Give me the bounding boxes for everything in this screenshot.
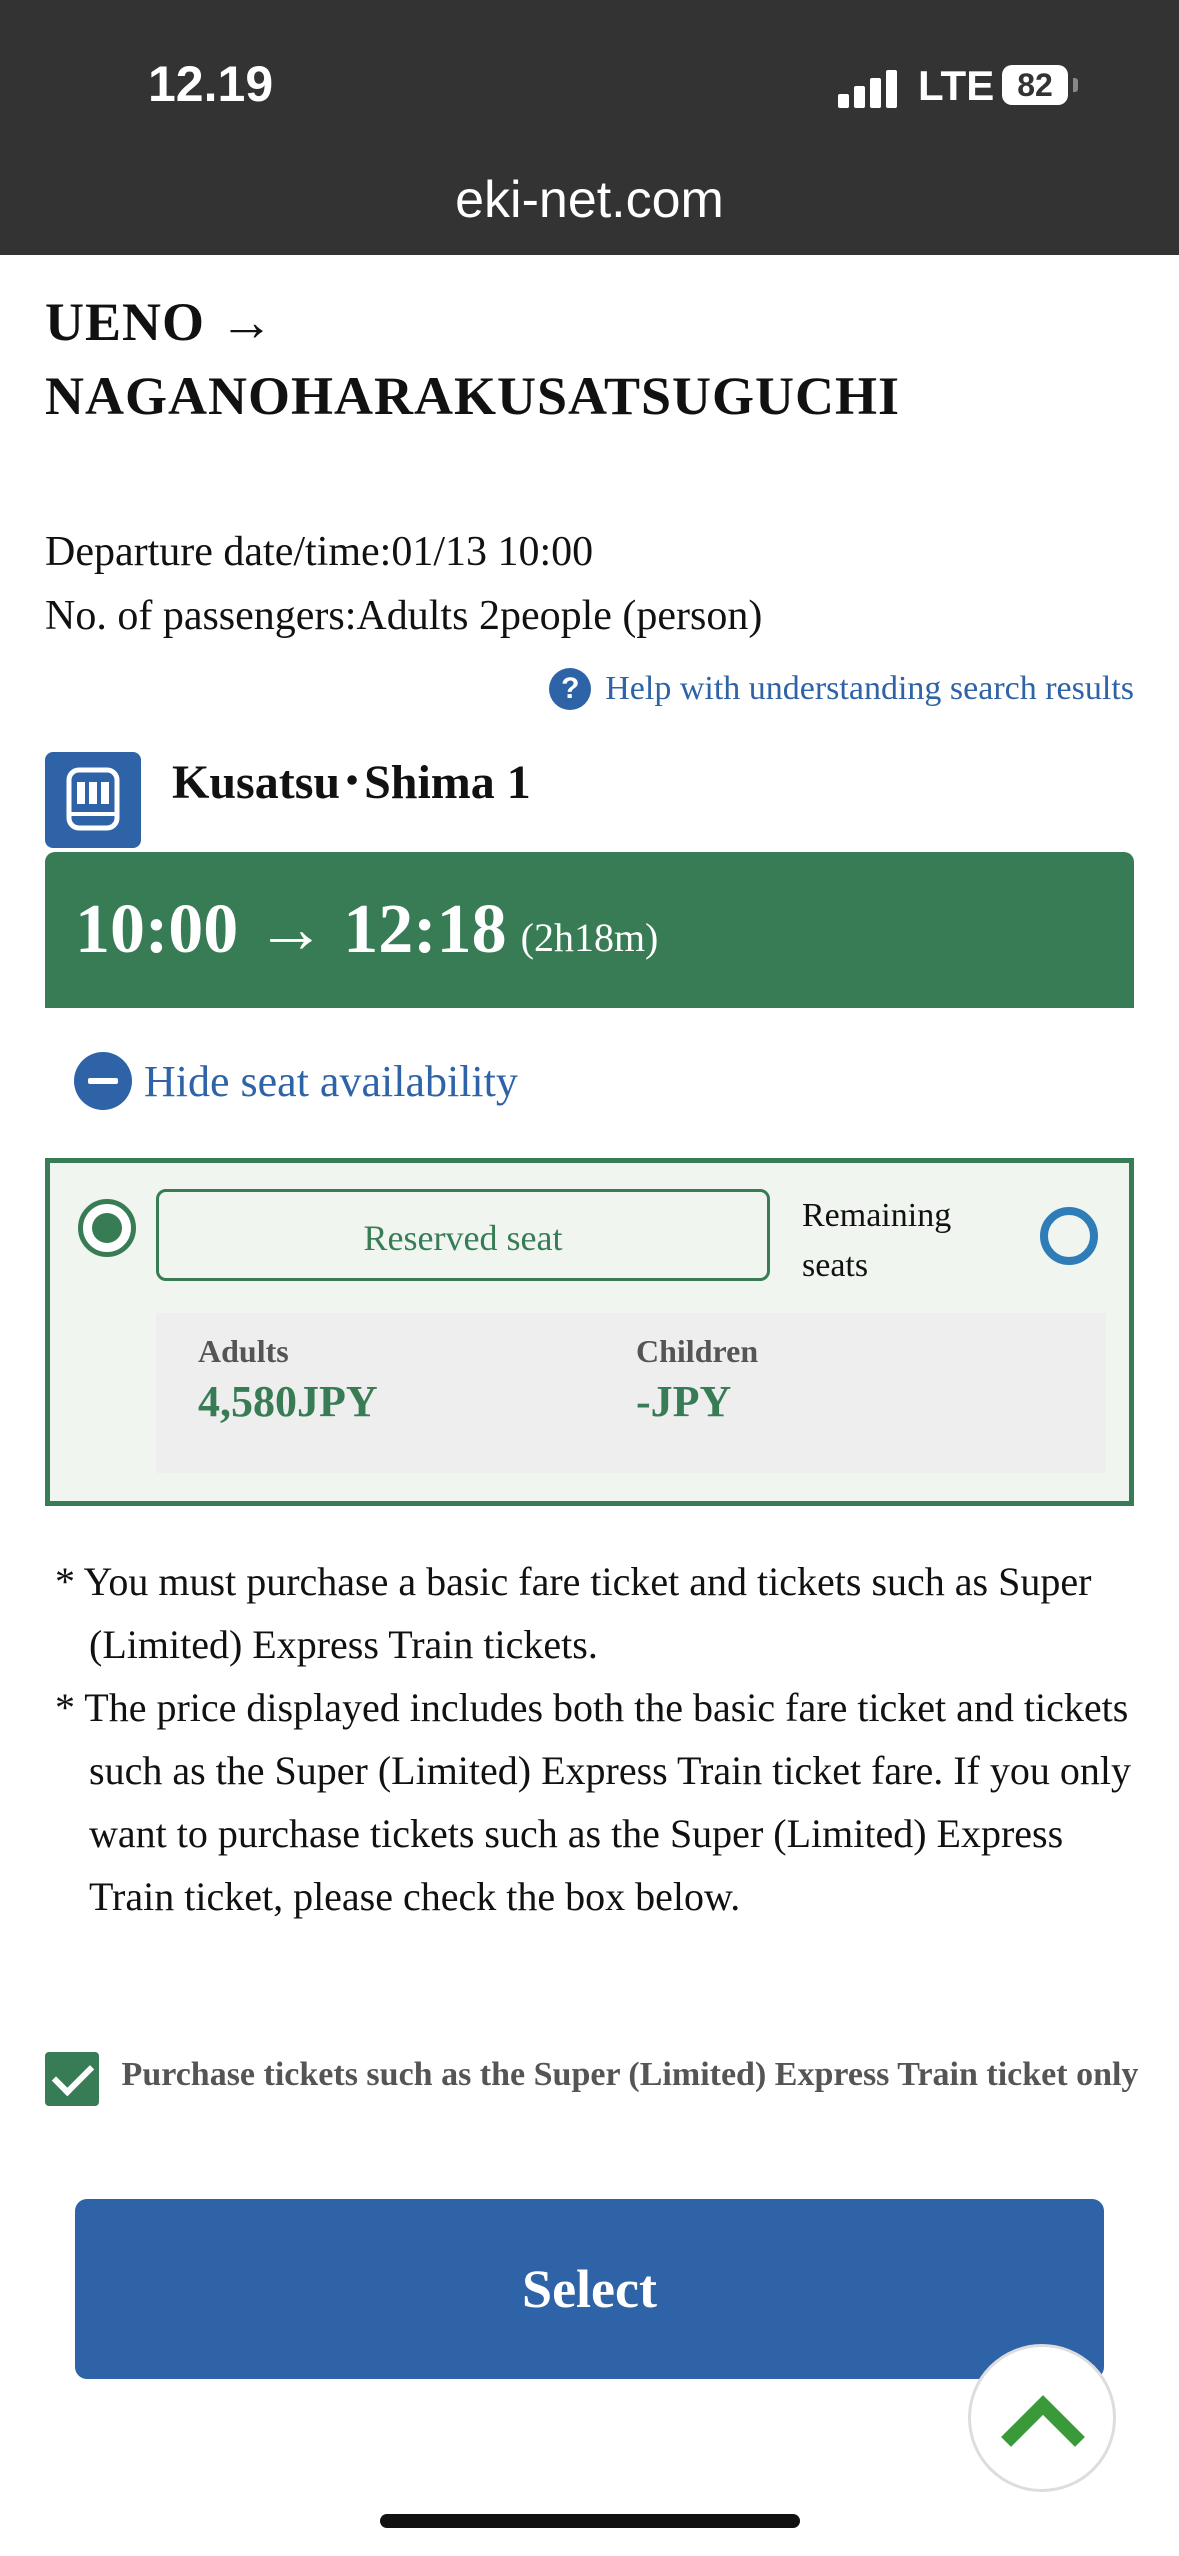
- note-item: * You must purchase a basic fare ticket …: [55, 1559, 1092, 1667]
- battery-nub: [1073, 78, 1078, 92]
- help-link[interactable]: ? Help with understanding search results: [549, 668, 1134, 710]
- question-icon: ?: [549, 668, 592, 710]
- minus-circle-icon: [74, 1052, 132, 1110]
- adults-label: Adults: [198, 1333, 289, 1369]
- availability-circle-icon: [1040, 1207, 1098, 1265]
- network-label: LTE: [918, 62, 995, 109]
- note-item: * The price displayed includes both the …: [55, 1685, 1131, 1919]
- battery-icon: 82: [1002, 65, 1068, 105]
- route-origin: UENO →: [45, 292, 275, 352]
- help-link-label: Help with understanding search results: [605, 670, 1134, 707]
- select-button[interactable]: Select: [75, 2199, 1104, 2379]
- scroll-to-top-button[interactable]: [968, 2344, 1116, 2492]
- signal-icon: [838, 68, 898, 108]
- route-destination: NAGANOHARAKUSATSUGUCHI: [45, 366, 901, 426]
- notes: * You must purchase a basic fare ticket …: [45, 1550, 1145, 1928]
- children-price: -JPY: [636, 1377, 732, 1426]
- train-times: 10:00 → 12:18: [75, 891, 507, 968]
- route-title: UENO → NAGANOHARAKUSATSUGUCHI: [45, 285, 900, 433]
- departure-info: Departure date/time:01/13 10:00: [45, 529, 594, 575]
- hide-seat-availability-toggle[interactable]: Hide seat availability: [74, 1052, 518, 1110]
- chevron-up-icon: [1001, 2395, 1085, 2447]
- status-bar: 12.19 LTE 82 eki-net.com: [0, 0, 1179, 255]
- toggle-label: Hide seat availability: [144, 1056, 518, 1106]
- time-band: 10:00 → 12:18 (2h18m): [45, 852, 1134, 1008]
- children-label: Children: [636, 1333, 759, 1369]
- search-info: Departure date/time:01/13 10:00 No. of p…: [45, 520, 762, 648]
- train-name: Kusatsu･Shima 1: [172, 756, 531, 809]
- adults-price: 4,580JPY: [198, 1377, 378, 1426]
- express-only-checkbox[interactable]: [45, 2052, 99, 2106]
- passenger-info: No. of passengers:Adults 2people (person…: [45, 593, 763, 639]
- train-icon: [45, 752, 141, 848]
- clock: 12.19: [148, 56, 274, 112]
- seat-radio-selected[interactable]: [78, 1199, 136, 1257]
- express-only-label[interactable]: Purchase tickets such as the Super (Limi…: [120, 2050, 1140, 2100]
- fare-panel: Adults 4,580JPY Children -JPY: [156, 1313, 1106, 1473]
- remaining-seats-label: Remaining seats: [802, 1197, 952, 1284]
- seat-option-card[interactable]: Reserved seat Remaining seats Adults 4,5…: [45, 1158, 1134, 1506]
- seat-type-label: Reserved seat: [156, 1189, 770, 1281]
- train-duration: (2h18m): [520, 914, 659, 960]
- children-fare: Children -JPY: [636, 1333, 758, 1427]
- home-indicator: [380, 2514, 800, 2528]
- adults-fare: Adults 4,580JPY: [198, 1333, 378, 1427]
- url-bar[interactable]: eki-net.com: [0, 170, 1179, 230]
